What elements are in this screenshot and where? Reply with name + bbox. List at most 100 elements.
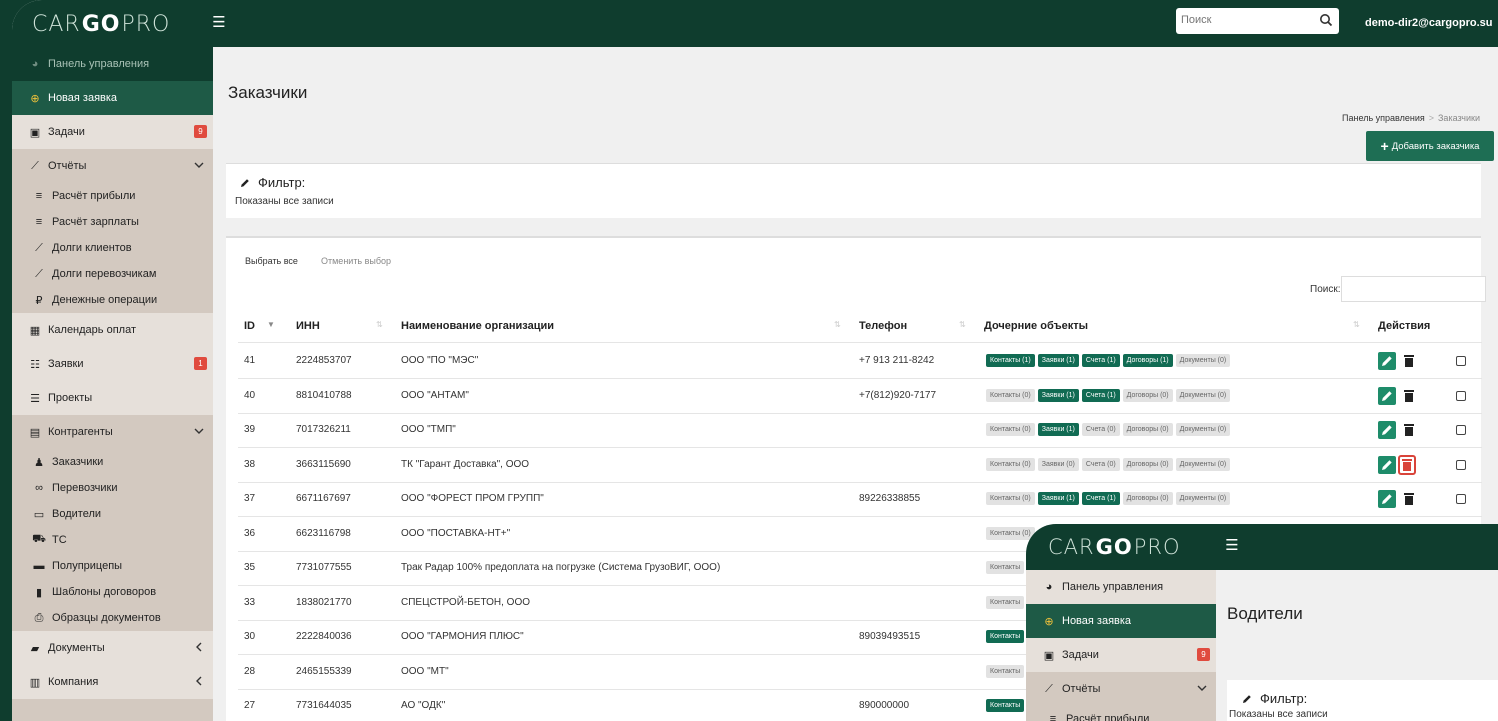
chevron-down-icon[interactable] (1196, 682, 1208, 694)
filter-header[interactable]: Фильтр: (239, 175, 305, 190)
sidebar-item[interactable]: ♟ Заказчики (12, 449, 213, 475)
table-row[interactable]: 40 8810410788 ООО "АНТАМ" +7(812)920-7177 Ко… (226, 379, 1481, 413)
row-checkbox[interactable] (1456, 494, 1466, 504)
sort-desc-icon[interactable]: ▼ (267, 320, 275, 329)
chevron-down-icon[interactable] (193, 159, 205, 171)
sidebar-item[interactable]: ☷ Заявки 1 (12, 347, 213, 381)
delete-button[interactable] (1402, 353, 1416, 369)
sidebar-item[interactable]: ⊕ Новая заявка (12, 81, 213, 115)
edit-button[interactable] (1378, 490, 1396, 508)
cargopro-logo[interactable]: CAR GO PRO (32, 9, 202, 39)
column-header-org-name[interactable]: Наименование организации (401, 320, 554, 332)
sidebar-item[interactable]: ▦ Календарь оплат (12, 313, 213, 347)
child-object-chip[interactable]: Контакты (0) (986, 457, 1035, 471)
child-object-chip[interactable]: Контакты (0) (986, 388, 1035, 402)
table-row[interactable]: 39 7017326211 ООО "ТМП" Контакты (0) Заявки … (226, 413, 1481, 447)
sidebar-item[interactable]: ◕ Панель управления (12, 47, 213, 81)
child-object-chip[interactable]: Документы (0) (1175, 388, 1231, 402)
child-object-chip[interactable]: Счета (1) (1081, 354, 1120, 367)
sidebar-item[interactable]: ▣ Задачи 9 (1026, 638, 1216, 672)
child-object-chip[interactable]: Договоры (0) (1122, 492, 1173, 505)
child-object-chip[interactable]: Договоры (1) (1122, 354, 1173, 367)
sort-icon[interactable]: ⇅ (834, 320, 841, 329)
row-checkbox[interactable] (1456, 425, 1466, 435)
deselect-button[interactable]: Отменить выбор (321, 256, 391, 266)
child-object-chip[interactable]: Заявки (1) (1037, 388, 1079, 402)
sidebar-item[interactable]: ▥ Компания (12, 665, 213, 699)
child-object-chip[interactable]: Контакты (986, 664, 1025, 678)
sidebar-item[interactable]: ∞ Перевозчики (12, 475, 213, 501)
sidebar-item[interactable]: ⟋ Отчёты (12, 149, 213, 183)
child-object-chip[interactable]: Договоры (0) (1122, 423, 1173, 436)
sidebar-item[interactable]: ⛟ ТС (12, 527, 213, 553)
child-object-chip[interactable]: Заявки (1) (1037, 423, 1079, 436)
delete-button[interactable] (1402, 491, 1416, 507)
sort-icon[interactable]: ⇅ (376, 320, 383, 329)
delete-button[interactable] (1402, 422, 1416, 438)
sort-icon[interactable]: ⇅ (959, 320, 966, 329)
sidebar-item[interactable]: ▣ Задачи 9 (12, 115, 213, 149)
sidebar-item[interactable]: ⊕ Новая заявка (1026, 604, 1216, 638)
sidebar-item[interactable]: ⟋ Отчёты (1026, 672, 1216, 706)
child-object-chip[interactable]: Счета (0) (1081, 457, 1120, 471)
edit-button[interactable] (1378, 455, 1396, 474)
child-object-chip[interactable]: Контакты (0) (986, 423, 1035, 436)
child-object-chip[interactable]: Контакты (986, 561, 1025, 574)
sidebar-item[interactable]: ≡ Расчёт зарплаты (12, 209, 213, 235)
child-object-chip[interactable]: Контакты (0) (986, 492, 1035, 505)
child-object-chip[interactable]: Контакты (986, 630, 1025, 643)
sidebar-item[interactable]: ☰ Проекты (12, 381, 213, 415)
sidebar-item[interactable]: ▰ Документы (12, 631, 213, 665)
overlay-filter-header[interactable]: Фильтр: (1241, 691, 1307, 706)
table-row[interactable]: 41 2224853707 ООО "ПО "МЭС" +7 913 211-8242… (226, 344, 1481, 378)
sidebar-item[interactable]: ▬ Полуприцепы (12, 553, 213, 579)
column-header-id[interactable]: ID (244, 320, 255, 332)
child-object-chip[interactable]: Документы (0) (1175, 423, 1231, 436)
edit-button[interactable] (1378, 421, 1396, 439)
delete-button[interactable] (1398, 454, 1416, 475)
sidebar-item[interactable]: ▮ Шаблоны договоров (12, 579, 213, 605)
table-row[interactable]: 38 3663115690 ТК "Гарант Доставка", ООО Кон… (226, 448, 1481, 482)
search-icon[interactable] (1319, 13, 1333, 27)
sidebar-item[interactable]: ⎙ Образцы документов (12, 605, 213, 631)
delete-button[interactable] (1402, 388, 1416, 404)
sidebar-item[interactable]: ≡ Расчёт прибыли (12, 183, 213, 209)
chevron-left-icon[interactable] (193, 675, 205, 687)
edit-button[interactable] (1378, 386, 1396, 405)
breadcrumb-home[interactable]: Панель управления (1342, 113, 1425, 123)
row-checkbox[interactable] (1456, 459, 1466, 470)
child-object-chip[interactable]: Контакты (986, 595, 1025, 609)
header-search-input[interactable] (1176, 8, 1306, 32)
sidebar-item[interactable]: ₽ Денежные операции (12, 287, 213, 313)
user-account-link[interactable]: demo-dir2@cargopro.su (1365, 17, 1492, 29)
child-object-chip[interactable]: Контакты (1) (986, 354, 1035, 367)
column-header-phone[interactable]: Телефон (859, 320, 907, 332)
child-object-chip[interactable]: Договоры (0) (1122, 457, 1173, 471)
sort-icon[interactable]: ⇅ (1353, 320, 1360, 329)
hamburger-menu-icon[interactable]: ☰ (1223, 537, 1241, 555)
hamburger-menu-icon[interactable]: ☰ (210, 14, 228, 32)
row-checkbox[interactable] (1456, 356, 1466, 366)
edit-button[interactable] (1378, 352, 1396, 370)
table-row[interactable]: 37 6671167697 ООО "ФОРЕСТ ПРОМ ГРУПП" 89226… (226, 482, 1481, 516)
row-checkbox[interactable] (1456, 390, 1466, 401)
child-object-chip[interactable]: Заявки (1) (1037, 492, 1079, 505)
column-header-child-objects[interactable]: Дочерние объекты (984, 320, 1088, 332)
add-customer-button[interactable]: + Добавить заказчика (1366, 131, 1494, 161)
chevron-left-icon[interactable] (193, 641, 205, 653)
child-object-chip[interactable]: Счета (0) (1081, 423, 1120, 436)
child-object-chip[interactable]: Контакты (986, 699, 1025, 712)
child-object-chip[interactable]: Документы (0) (1175, 354, 1231, 367)
column-header-inn[interactable]: ИНН (296, 320, 320, 332)
child-object-chip[interactable]: Счета (1) (1081, 388, 1120, 402)
sidebar-item[interactable]: ⟋ Долги клиентов (12, 235, 213, 261)
table-search-input[interactable] (1341, 276, 1486, 302)
chevron-down-icon[interactable] (193, 425, 205, 437)
child-object-chip[interactable]: Счета (1) (1081, 492, 1120, 505)
cargopro-logo[interactable]: CAR GO PRO (1048, 532, 1218, 562)
sidebar-item[interactable]: ◕ Панель управления (1026, 570, 1216, 604)
child-object-chip[interactable]: Документы (0) (1175, 492, 1231, 505)
sidebar-item[interactable]: ▭ Водители (12, 501, 213, 527)
child-object-chip[interactable]: Документы (0) (1175, 457, 1231, 471)
sidebar-item[interactable]: ▤ Контрагенты (12, 415, 213, 449)
